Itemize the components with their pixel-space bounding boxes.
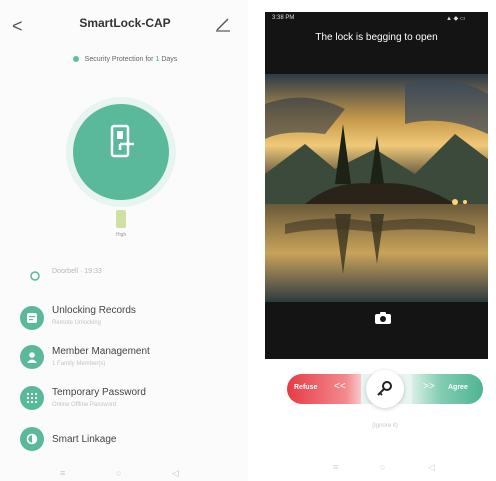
security-prefix: Security Protection for xyxy=(84,56,154,63)
menu-unlocking-records[interactable]: Unlocking Records xyxy=(52,305,136,316)
battery-icon xyxy=(116,210,126,228)
status-bar-icons: ▲ ◆ ▭ xyxy=(446,16,466,22)
edit-icon xyxy=(216,18,230,32)
door-lock-icon xyxy=(106,122,138,160)
camera-icon[interactable] xyxy=(374,311,392,325)
menu-member-management[interactable]: Member Management xyxy=(52,346,150,357)
unlock-request-message: The lock is begging to open xyxy=(315,32,438,43)
nav-menu-button[interactable]: ≡ xyxy=(60,468,65,478)
menu-temporary-password[interactable]: Temporary Password xyxy=(52,387,146,398)
records-icon xyxy=(20,306,44,330)
keypad-icon xyxy=(20,386,44,410)
camera-snapshot xyxy=(265,74,488,302)
doorbell-status: Doorbell · 19:33 xyxy=(52,268,102,275)
lock-app-screen: < SmartLock-CAP Security Protection for … xyxy=(0,0,248,481)
bell-icon xyxy=(30,268,40,281)
nav-back-button-right[interactable]: ◁ xyxy=(428,462,435,473)
security-days: 1 xyxy=(155,56,160,63)
security-suffix: Days xyxy=(161,56,178,63)
agree-arrows: >> xyxy=(423,381,435,392)
refuse-label: Refuse xyxy=(294,384,318,391)
ignore-button[interactable]: (Ignore it) xyxy=(340,423,430,429)
linkage-icon xyxy=(20,427,44,451)
status-bar-time: 3:38 PM xyxy=(272,15,295,21)
user-icon xyxy=(20,345,44,369)
slider-knob[interactable] xyxy=(366,370,404,408)
edit-button[interactable] xyxy=(214,15,232,33)
nav-home-button[interactable]: ○ xyxy=(116,468,121,478)
page-title: SmartLock-CAP xyxy=(79,16,171,30)
menu-temporary-password-sub: Online Offline Password xyxy=(52,402,117,408)
refuse-arrows: << xyxy=(334,381,346,392)
agree-label: Agree xyxy=(448,384,468,391)
menu-member-management-sub: 1 Family Member(s) xyxy=(52,361,106,367)
nav-back-button[interactable]: ◁ xyxy=(172,468,179,479)
key-icon xyxy=(377,381,392,396)
back-button[interactable]: < xyxy=(12,16,26,36)
menu-unlocking-records-sub: Remote Unlocking xyxy=(52,320,102,326)
battery-level-label: High xyxy=(115,232,127,238)
menu-smart-linkage[interactable]: Smart Linkage xyxy=(52,434,116,445)
shield-dot-icon xyxy=(72,56,79,63)
nav-menu-button-right[interactable]: ≡ xyxy=(333,462,338,472)
security-protection-label: Security Protection for 1 Days xyxy=(40,56,210,63)
nav-home-button-right[interactable]: ○ xyxy=(380,462,385,472)
